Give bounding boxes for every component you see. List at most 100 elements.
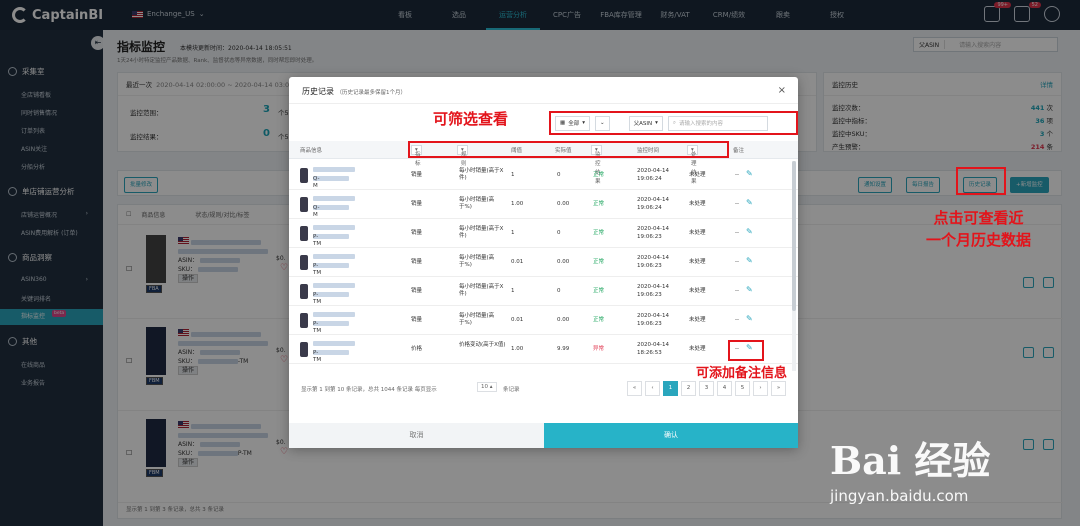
process-cell: 未处理 <box>689 288 706 294</box>
status-cell: 正常 <box>593 288 605 294</box>
product-thumbnail <box>300 342 308 357</box>
product-thumbnail <box>300 255 308 270</box>
note-cell: -- <box>735 172 739 178</box>
column-header: 商品信息 <box>300 148 323 154</box>
date-cell: 2020-04-14 <box>637 197 669 203</box>
metric-cell: 销量 <box>411 317 423 323</box>
time-cell: 19:06:23 <box>637 234 662 240</box>
header-highlight-box <box>408 141 729 158</box>
table-row: Q-M 销量 每小时销量(高于X件) 1 0 正常 2020-04-14 19:06:24 未处… <box>289 161 798 190</box>
product-thumbnail <box>300 284 308 299</box>
edit-note-icon[interactable]: ✎ <box>746 199 753 207</box>
history-annotation-line2: 一个月历史数据 <box>926 231 1032 249</box>
threshold-cell: 1 <box>511 230 515 236</box>
rule-cell: 每小时销量(高于X件) <box>459 168 504 181</box>
close-icon[interactable]: × <box>778 85 786 96</box>
metric-cell: 销量 <box>411 259 423 265</box>
date-cell: 2020-04-14 <box>637 168 669 174</box>
edit-note-icon[interactable]: ✎ <box>746 257 753 265</box>
threshold-cell: 1 <box>511 172 515 178</box>
watermark-brand: Bai 经验 <box>830 438 991 483</box>
actual-cell: 0 <box>557 172 561 178</box>
date-cell: 2020-04-14 <box>637 313 669 319</box>
history-annotation-line1: 点击可查看近 <box>933 209 1024 227</box>
page-size-select[interactable]: 10 ▴ <box>477 382 497 392</box>
page-button[interactable]: ‹ <box>645 381 660 396</box>
status-cell: 正常 <box>593 259 605 265</box>
scrollbar[interactable] <box>792 161 796 371</box>
page-button[interactable]: 2 <box>681 381 696 396</box>
note-cell: -- <box>735 288 739 294</box>
page-button[interactable]: 3 <box>699 381 714 396</box>
threshold-cell: 1.00 <box>511 346 524 352</box>
process-cell: 未处理 <box>689 201 706 207</box>
history-annotation: 点击可查看近 一个月历史数据 <box>926 207 1031 251</box>
watermark-url: jingyan.baidu.com <box>830 487 969 505</box>
table-row: P-TM 销量 每小时销量(高于X件) 1 0 正常 2020-04-14 19:06:23 未… <box>289 277 798 306</box>
page-button[interactable]: « <box>627 381 642 396</box>
table-row: P-TM 销量 每小时销量(高于X件) 1 0 正常 2020-04-14 19:06:23 未… <box>289 219 798 248</box>
filter-annotation: 可筛选查看 <box>433 110 509 128</box>
page-button[interactable]: › <box>753 381 768 396</box>
product-thumbnail <box>300 197 308 212</box>
status-cell: 正常 <box>593 172 605 178</box>
time-cell: 19:06:23 <box>637 263 662 269</box>
page-size-suffix: 条记录 <box>503 387 520 393</box>
status-cell: 正常 <box>593 230 605 236</box>
product-thumbnail <box>300 313 308 328</box>
process-cell: 未处理 <box>689 172 706 178</box>
threshold-cell: 1 <box>511 288 515 294</box>
rule-cell: 价格变动(高于X值) <box>459 342 506 348</box>
status-cell: 正常 <box>593 201 605 207</box>
note-cell: -- <box>735 317 739 323</box>
date-cell: 2020-04-14 <box>637 226 669 232</box>
note-annotation: 可添加备注信息 <box>696 366 788 381</box>
history-button-highlight-box <box>956 167 1006 195</box>
threshold-cell: 1.00 <box>511 201 524 207</box>
metric-cell: 销量 <box>411 230 423 236</box>
column-header: 备注 <box>733 148 745 154</box>
edit-note-icon[interactable]: ✎ <box>746 170 753 178</box>
cancel-button[interactable]: 取消 <box>289 423 544 448</box>
time-cell: 18:26:53 <box>637 350 662 356</box>
page-button[interactable]: 1 <box>663 381 678 396</box>
table-row: P-TM 价格 价格变动(高于X值) 1.00 9.99 异常 2020-04-14 18:2… <box>289 335 798 364</box>
status-cell: 异常 <box>593 346 605 352</box>
modal-title-text: 历史记录 <box>302 87 334 96</box>
date-cell: 2020-04-14 <box>637 255 669 261</box>
modal-title: 历史记录 （历史记录最多保留1个月） <box>302 86 406 97</box>
date-cell: 2020-04-14 <box>637 342 669 348</box>
edit-note-icon[interactable]: ✎ <box>746 228 753 236</box>
status-cell: 正常 <box>593 317 605 323</box>
actual-cell: 0.00 <box>557 259 570 265</box>
metric-cell: 销量 <box>411 288 423 294</box>
metric-cell: 价格 <box>411 346 423 352</box>
time-cell: 19:06:23 <box>637 321 662 327</box>
page-button[interactable]: » <box>771 381 786 396</box>
actual-cell: 0 <box>557 230 561 236</box>
actual-cell: 0.00 <box>557 317 570 323</box>
rule-cell: 每小时销量(高于X件) <box>459 226 504 239</box>
process-cell: 未处理 <box>689 259 706 265</box>
metric-cell: 销量 <box>411 172 423 178</box>
edit-note-icon[interactable]: ✎ <box>746 315 753 323</box>
edit-note-icon[interactable]: ✎ <box>746 286 753 294</box>
time-cell: 19:06:24 <box>637 176 662 182</box>
page-button[interactable]: 4 <box>717 381 732 396</box>
rule-cell: 每小时销量(高于%) <box>459 255 495 268</box>
filter-highlight-box <box>549 111 798 135</box>
pager-text: 显示第 1 到第 10 条记录，总共 1044 条记录 每页显示 <box>301 387 437 393</box>
page-button[interactable]: 5 <box>735 381 750 396</box>
note-cell: -- <box>735 259 739 265</box>
note-cell: -- <box>735 230 739 236</box>
page-size-value: 10 <box>481 384 488 390</box>
table-row: P-TM 销量 每小时销量(高于%) 0.01 0.00 正常 2020-04-14 19:0… <box>289 306 798 335</box>
modal-pager: 显示第 1 到第 10 条记录，总共 1044 条记录 每页显示 10 ▴ 条记… <box>289 379 798 399</box>
baidu-watermark: Bai 经验 jingyan.baidu.com <box>830 430 990 505</box>
metric-cell: 销量 <box>411 201 423 207</box>
confirm-button[interactable]: 确认 <box>544 423 798 448</box>
process-cell: 未处理 <box>689 317 706 323</box>
rule-cell: 每小时销量(高于%) <box>459 197 495 210</box>
product-thumbnail <box>300 226 308 241</box>
note-highlight-box <box>728 340 764 361</box>
